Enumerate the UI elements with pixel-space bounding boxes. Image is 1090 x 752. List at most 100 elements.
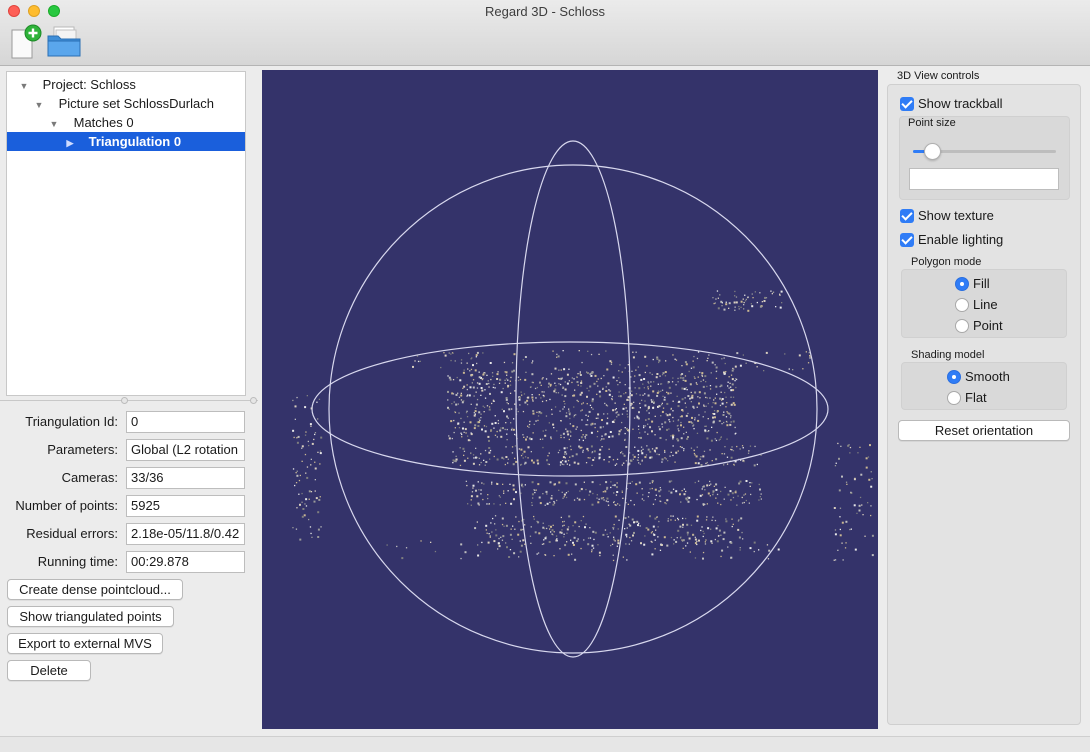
cloud-point [537, 483, 540, 486]
cloud-point [532, 400, 534, 402]
cloud-point [611, 398, 613, 400]
cloud-point [865, 457, 868, 460]
export-to-external-mvs-button[interactable]: Export to external MVS [7, 633, 163, 654]
cloud-point [577, 373, 579, 375]
cloud-point [624, 427, 626, 429]
cloud-point [460, 557, 462, 560]
cloud-point [624, 517, 627, 520]
point-size-input[interactable] [909, 168, 1059, 190]
cloud-point [680, 501, 682, 503]
cloud-point [867, 456, 870, 458]
shading-flat-radio[interactable] [947, 391, 961, 405]
triangulation-id-field[interactable]: 0 [126, 411, 245, 433]
cloud-point [607, 501, 609, 503]
polygon-mode-point-radio[interactable] [955, 319, 969, 333]
3d-view[interactable] [262, 70, 878, 729]
cloud-point [514, 390, 516, 392]
project-tree[interactable]: ▼ Project: Schloss ▼ Picture set Schloss… [6, 71, 246, 396]
cloud-point [664, 396, 666, 398]
cloud-point [702, 530, 704, 532]
enable-lighting-checkbox[interactable] [900, 233, 914, 247]
tree-item-picture-set[interactable]: ▼ Picture set SchlossDurlach [7, 94, 245, 113]
cloud-point [659, 487, 661, 489]
reset-orientation-button[interactable]: Reset orientation [898, 420, 1070, 441]
cloud-point [711, 542, 713, 544]
cloud-point [578, 498, 581, 501]
cloud-point [637, 417, 640, 420]
cloud-point [656, 516, 658, 518]
cloud-point [492, 517, 494, 520]
cloud-point [651, 531, 653, 533]
cloud-point [607, 504, 610, 506]
cloud-point [723, 371, 725, 374]
polygon-mode-line-radio[interactable] [955, 298, 969, 312]
tree-item-matches[interactable]: ▼ Matches 0 [7, 113, 245, 132]
cloud-point [739, 547, 741, 549]
delete-button[interactable]: Delete [7, 660, 91, 681]
cloud-point [612, 459, 615, 461]
cloud-point [531, 381, 533, 383]
cloud-point [545, 490, 548, 493]
cloud-point [474, 424, 477, 427]
tree-item-project[interactable]: ▼ Project: Schloss [7, 75, 245, 94]
polygon-mode-fill-radio[interactable] [955, 277, 969, 291]
cloud-point [761, 301, 763, 303]
cloud-point [481, 482, 483, 484]
cloud-point [703, 450, 706, 452]
shading-smooth-label: Smooth [965, 369, 1010, 384]
tree-item-triangulation[interactable]: ▶ Triangulation 0 [7, 132, 245, 151]
number-of-points-field[interactable]: 5925 [126, 495, 245, 517]
splitter-handle[interactable] [250, 397, 257, 404]
cloud-point [543, 543, 545, 545]
cloud-point [548, 382, 550, 385]
cloud-point [681, 398, 684, 401]
cloud-point [508, 556, 511, 558]
cloud-point [496, 378, 499, 380]
cloud-point [564, 544, 567, 547]
cloud-point [723, 411, 725, 413]
cloud-point [677, 450, 679, 452]
cloud-point [587, 457, 589, 459]
point-size-slider-handle[interactable] [924, 143, 941, 160]
cloud-point [505, 542, 507, 544]
cameras-field[interactable]: 33/36 [126, 467, 245, 489]
parameters-field[interactable]: Global (L2 rotation [126, 439, 245, 461]
cloud-point [549, 501, 551, 504]
cloud-point [507, 386, 509, 388]
show-triangulated-points-button[interactable]: Show triangulated points [7, 606, 174, 627]
show-trackball-checkbox[interactable] [900, 97, 914, 111]
cloud-point [522, 486, 524, 488]
cloud-point [593, 382, 596, 385]
cloud-point [506, 415, 508, 418]
cloud-point [683, 449, 685, 452]
cloud-point [505, 371, 508, 374]
show-trackball-label: Show trackball [918, 96, 1003, 111]
3d-viewport-canvas[interactable] [262, 70, 878, 729]
cloud-point [682, 410, 684, 412]
cloud-point [443, 352, 445, 354]
cloud-point [760, 493, 762, 495]
cloud-point [450, 359, 452, 362]
cloud-point [638, 428, 640, 430]
cloud-point [700, 380, 702, 383]
splitter-line [0, 400, 258, 401]
cloud-point [627, 364, 629, 366]
new-project-button[interactable] [8, 24, 44, 60]
cloud-point [555, 385, 557, 387]
splitter-handle[interactable] [121, 397, 128, 404]
cloud-point [539, 502, 542, 505]
create-dense-pointcloud-button[interactable]: Create dense pointcloud... [7, 579, 183, 600]
cloud-point [637, 366, 639, 368]
cloud-point [712, 416, 714, 419]
show-texture-checkbox[interactable] [900, 209, 914, 223]
cloud-point [553, 427, 555, 429]
panel-splitter[interactable] [0, 396, 258, 405]
cloud-point [839, 528, 841, 531]
running-time-field[interactable]: 00:29.878 [126, 551, 245, 573]
residual-errors-field[interactable]: 2.18e-05/11.8/0.42 [126, 523, 245, 545]
collapse-triangle-icon[interactable]: ▶ [63, 134, 77, 153]
shading-smooth-radio[interactable] [947, 370, 961, 384]
cloud-point [455, 455, 457, 457]
cloud-point [745, 480, 748, 482]
open-project-button[interactable] [46, 24, 82, 60]
